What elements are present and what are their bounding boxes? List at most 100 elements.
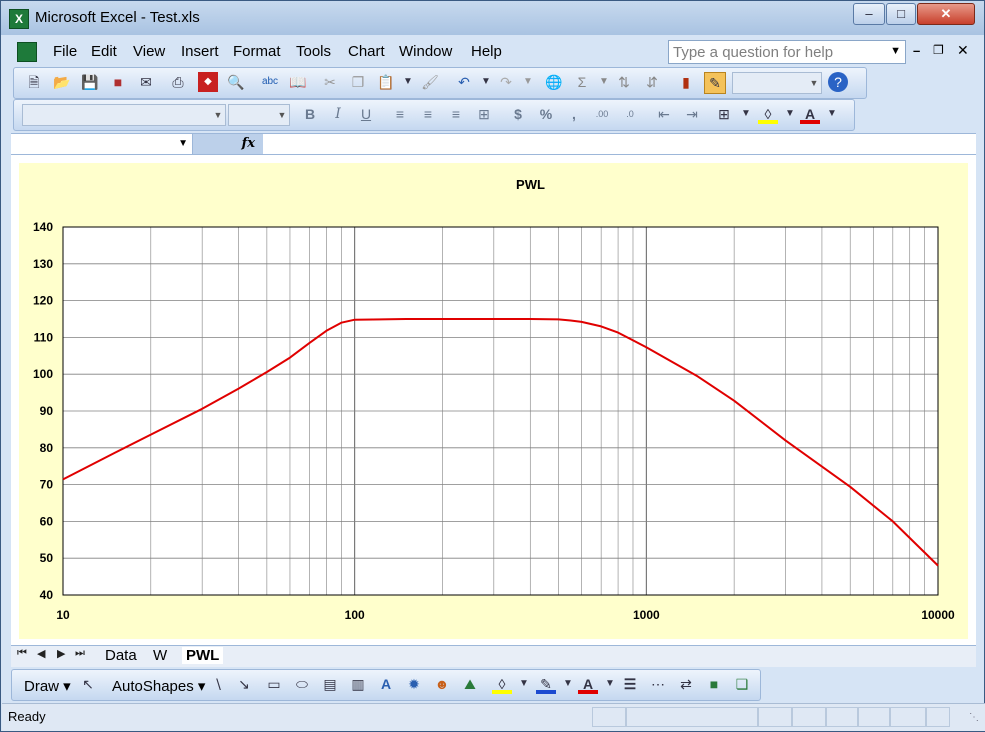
hyperlink-icon[interactable]: 🌐 bbox=[544, 72, 564, 92]
arrow-icon[interactable]: ↘ bbox=[234, 674, 254, 694]
chevron-down-icon[interactable]: ▼ bbox=[275, 105, 289, 125]
decrease-decimal-icon[interactable]: .0 bbox=[620, 104, 640, 124]
menu-window[interactable]: Window bbox=[399, 43, 452, 60]
3d-style-icon[interactable]: ❏ bbox=[732, 674, 752, 694]
vertical-text-box-icon[interactable]: ▥ bbox=[348, 674, 368, 694]
increase-indent-icon[interactable]: ⇥ bbox=[682, 104, 702, 124]
redo-icon[interactable]: ↷ bbox=[496, 72, 516, 92]
font-color-icon[interactable]: A bbox=[800, 104, 820, 124]
chart-wizard-icon[interactable]: ▮ bbox=[676, 72, 696, 92]
minimize-button[interactable]: – bbox=[853, 3, 885, 25]
oval-icon[interactable]: ⬭ bbox=[292, 674, 312, 694]
font-size-box[interactable]: ▼ bbox=[228, 104, 290, 126]
copy-icon[interactable]: ❐ bbox=[348, 72, 368, 92]
menu-tools[interactable]: Tools bbox=[296, 43, 331, 60]
first-sheet-icon[interactable]: ⏮ bbox=[17, 647, 27, 660]
fx-icon[interactable]: fx bbox=[193, 134, 263, 154]
format-painter-icon[interactable]: 🖌 bbox=[420, 72, 440, 92]
help-search-box[interactable]: Type a question for help ▼ bbox=[668, 40, 906, 64]
menu-edit[interactable]: Edit bbox=[91, 43, 117, 60]
wordart-icon[interactable]: A bbox=[376, 674, 396, 694]
email-icon[interactable]: ✉ bbox=[136, 72, 156, 92]
maximize-button[interactable]: □ bbox=[886, 3, 916, 25]
menu-insert[interactable]: Insert bbox=[181, 43, 219, 60]
align-left-icon[interactable]: ≡ bbox=[390, 104, 410, 124]
menu-chart[interactable]: Chart bbox=[348, 43, 385, 60]
undo-dropdown-icon[interactable]: ▼ bbox=[476, 72, 496, 92]
merge-center-icon[interactable]: ⊞ bbox=[474, 104, 494, 124]
spelling-icon[interactable]: abc bbox=[260, 72, 280, 92]
diagram-icon[interactable]: ✹ bbox=[404, 674, 424, 694]
font-color-dropdown-icon[interactable]: ▼ bbox=[822, 104, 842, 124]
chevron-down-icon[interactable]: ▼ bbox=[178, 134, 188, 154]
autosum-dropdown-icon[interactable]: ▼ bbox=[594, 72, 614, 92]
menu-help[interactable]: Help bbox=[471, 43, 502, 60]
undo-icon[interactable]: ↶ bbox=[454, 72, 474, 92]
fill-color-dropdown-icon[interactable]: ▼ bbox=[780, 104, 800, 124]
open-icon[interactable]: 📂 bbox=[52, 72, 72, 92]
redo-dropdown-icon[interactable]: ▼ bbox=[518, 72, 538, 92]
text-box-icon[interactable]: ▤ bbox=[320, 674, 340, 694]
print-preview-icon[interactable]: 🔍 bbox=[226, 72, 246, 92]
sheet-tab-w[interactable]: W bbox=[153, 647, 167, 664]
doc-close-button[interactable]: ✕ bbox=[957, 42, 969, 59]
last-sheet-icon[interactable]: ⏭ bbox=[75, 647, 85, 660]
borders-dropdown-icon[interactable]: ▼ bbox=[736, 104, 756, 124]
zoom-box[interactable]: ▼ bbox=[732, 72, 822, 94]
menu-file[interactable]: File bbox=[53, 43, 77, 60]
bold-icon[interactable]: B bbox=[300, 104, 320, 124]
comma-icon[interactable]: , bbox=[564, 104, 584, 124]
workbook-icon[interactable] bbox=[17, 42, 37, 62]
close-button[interactable]: ✕ bbox=[917, 3, 975, 25]
font-name-box[interactable]: ▼ bbox=[22, 104, 226, 126]
research-book-icon[interactable]: 📖 bbox=[288, 72, 308, 92]
help-icon[interactable]: ? bbox=[828, 72, 848, 92]
clip-art-icon[interactable]: ☻ bbox=[432, 674, 452, 694]
line-style-icon[interactable]: ☰ bbox=[620, 674, 640, 694]
doc-restore-button[interactable]: ❐ bbox=[933, 43, 944, 57]
new-icon[interactable]: 🗎 bbox=[24, 72, 44, 92]
sheet-tab-pwl[interactable]: PWL bbox=[182, 647, 224, 664]
prev-sheet-icon[interactable]: ◀ bbox=[37, 647, 45, 660]
name-box[interactable]: ▼ bbox=[11, 134, 193, 154]
menu-view[interactable]: View bbox=[133, 43, 165, 60]
percent-icon[interactable]: % bbox=[536, 104, 556, 124]
sort-ascending-icon[interactable]: ⇅ bbox=[614, 72, 634, 92]
italic-icon[interactable]: I bbox=[328, 104, 348, 124]
line-color-icon[interactable]: ✎ bbox=[536, 674, 556, 694]
excel-app-icon[interactable]: X bbox=[9, 9, 29, 29]
paste-icon[interactable]: 📋 bbox=[376, 72, 396, 92]
shadow-icon[interactable]: ■ bbox=[704, 674, 724, 694]
doc-minimize-button[interactable]: – bbox=[913, 43, 920, 58]
rectangle-icon[interactable]: ▭ bbox=[264, 674, 284, 694]
chevron-down-icon[interactable]: ▼ bbox=[890, 45, 901, 57]
borders-icon[interactable]: ⊞ bbox=[714, 104, 734, 124]
underline-icon[interactable]: U bbox=[356, 104, 376, 124]
chevron-down-icon[interactable]: ▼ bbox=[807, 73, 821, 93]
next-sheet-icon[interactable]: ▶ bbox=[57, 647, 65, 660]
shape-font-color-dropdown-icon[interactable]: ▼ bbox=[600, 674, 620, 694]
shape-font-color-icon[interactable]: A bbox=[578, 674, 598, 694]
shape-fill-icon[interactable]: ◊ bbox=[492, 674, 512, 694]
autoshapes-menu[interactable]: AutoShapes ▾ bbox=[112, 677, 205, 695]
shape-fill-dropdown-icon[interactable]: ▼ bbox=[514, 674, 534, 694]
dash-style-icon[interactable]: ⋯ bbox=[648, 674, 668, 694]
paste-dropdown-icon[interactable]: ▼ bbox=[398, 72, 418, 92]
research-icon[interactable]: ◆ bbox=[198, 72, 218, 92]
autosum-icon[interactable]: Σ bbox=[572, 72, 592, 92]
fill-color-icon[interactable]: ◊ bbox=[758, 104, 778, 124]
chevron-down-icon[interactable]: ▼ bbox=[211, 105, 225, 125]
sheet-tab-data[interactable]: Data bbox=[105, 647, 137, 664]
drawing-icon[interactable]: ✎ bbox=[704, 72, 726, 94]
menu-format[interactable]: Format bbox=[233, 43, 281, 60]
line-icon[interactable]: ∖ bbox=[208, 674, 228, 694]
select-pointer-icon[interactable]: ↖ bbox=[78, 674, 98, 694]
sort-descending-icon[interactable]: ⇵ bbox=[642, 72, 662, 92]
print-icon[interactable]: ⎙ bbox=[168, 72, 188, 92]
resize-grip-icon[interactable]: ⋱ bbox=[969, 712, 979, 723]
align-center-icon[interactable]: ≡ bbox=[418, 104, 438, 124]
cut-icon[interactable]: ✂ bbox=[320, 72, 340, 92]
picture-icon[interactable]: ⛰ bbox=[460, 674, 480, 694]
permission-icon[interactable]: ■ bbox=[108, 72, 128, 92]
currency-icon[interactable]: $ bbox=[508, 104, 528, 124]
